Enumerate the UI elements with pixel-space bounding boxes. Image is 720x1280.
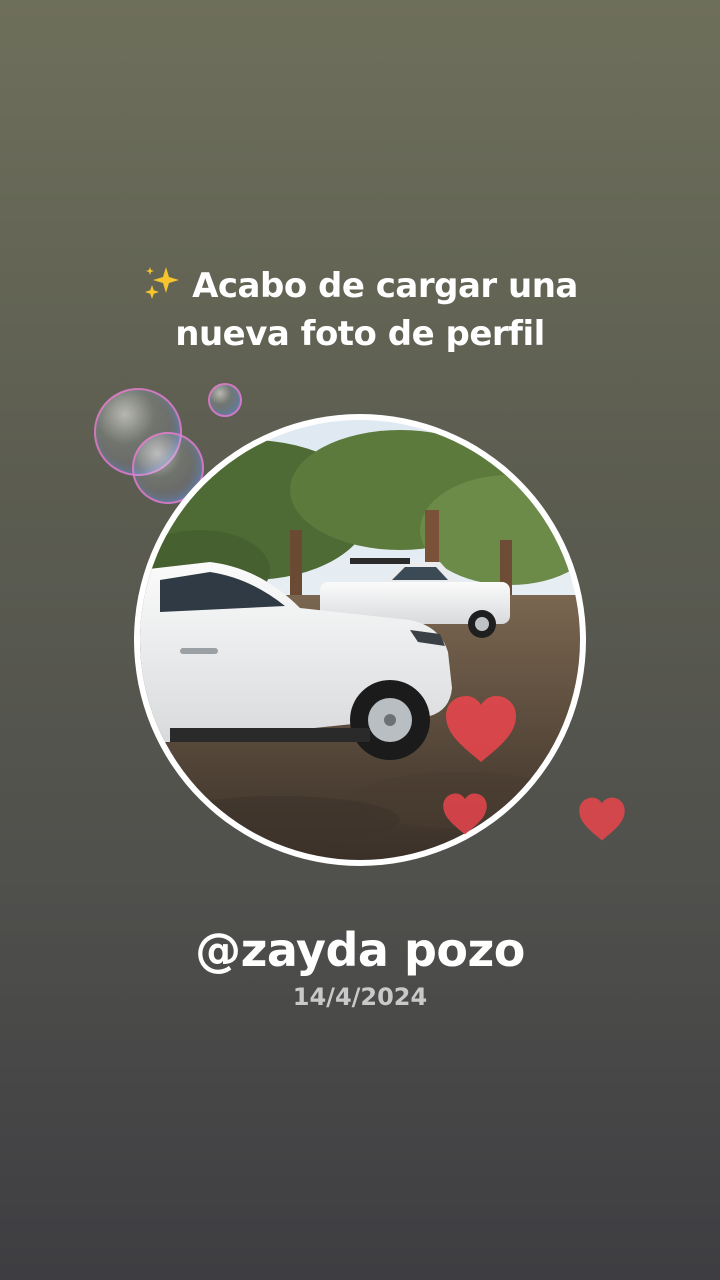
headline-line-1: Acabo de cargar una — [60, 262, 660, 310]
heart-icon — [579, 797, 625, 841]
headline-line-2: nueva foto de perfil — [175, 314, 545, 354]
heart-icon — [443, 793, 487, 835]
heart-icon — [446, 696, 516, 762]
profile-photo-image — [140, 420, 580, 860]
soap-bubble-icon — [208, 383, 242, 417]
headline-text-1: Acabo de cargar una — [192, 266, 578, 306]
profile-photo[interactable] — [140, 420, 580, 860]
profile-username[interactable]: @zayda pozo — [60, 920, 660, 980]
post-headline: Acabo de cargar una nueva foto de perfil — [60, 262, 660, 358]
upload-date: 14/4/2024 — [292, 983, 428, 1011]
profile-photo-frame — [134, 414, 586, 866]
sparkles-icon — [145, 267, 180, 299]
